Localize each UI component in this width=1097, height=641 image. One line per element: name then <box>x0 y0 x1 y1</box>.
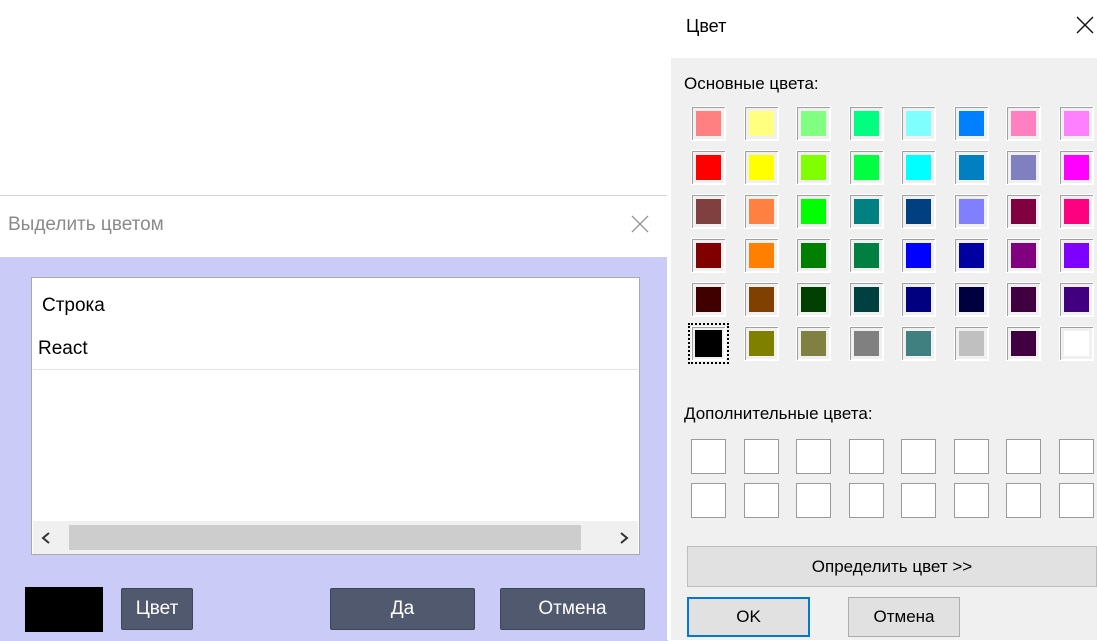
color-button[interactable]: Цвет <box>121 588 193 630</box>
custom-color-swatch[interactable] <box>691 483 726 518</box>
color-swatch[interactable] <box>848 282 884 317</box>
color-swatch[interactable] <box>1006 106 1041 141</box>
custom-color-swatch[interactable] <box>953 483 989 518</box>
custom-color-swatch[interactable] <box>743 439 779 474</box>
color-swatch[interactable] <box>1058 106 1094 141</box>
color-dialog: Цвет Основные цвета: Дополнительные цвет… <box>667 0 1097 640</box>
selected-color-preview <box>25 587 103 632</box>
color-swatch[interactable] <box>743 194 779 229</box>
basic-colors-label: Основные цвета: <box>684 74 819 93</box>
custom-color-swatch[interactable] <box>901 483 936 518</box>
color-swatch[interactable] <box>1058 194 1094 229</box>
custom-color-swatch[interactable] <box>1006 483 1041 518</box>
chevron-left-icon[interactable] <box>39 530 53 546</box>
color-swatch[interactable] <box>691 150 726 185</box>
list-item-label: React <box>38 338 88 359</box>
custom-color-swatch[interactable] <box>796 439 831 474</box>
highlight-dialog-title: Выделить цветом <box>8 214 164 235</box>
color-swatch[interactable] <box>691 106 726 141</box>
color-dialog-titlebar: Цвет <box>667 0 1097 58</box>
text-list[interactable]: Строка React <box>31 277 640 555</box>
color-swatch[interactable] <box>691 238 726 273</box>
define-color-button[interactable]: Определить цвет >> <box>687 546 1097 587</box>
color-swatch[interactable] <box>953 238 989 273</box>
color-dialog-body: Основные цвета: Дополнительные цвета: Оп… <box>671 58 1097 640</box>
color-swatch[interactable] <box>1006 238 1041 273</box>
color-swatch[interactable] <box>901 326 936 361</box>
color-swatch[interactable] <box>743 238 779 273</box>
cancel-button[interactable]: Отмена <box>500 588 645 630</box>
color-swatch[interactable] <box>901 106 936 141</box>
color-swatch[interactable] <box>1058 282 1094 317</box>
color-swatch[interactable] <box>796 106 831 141</box>
scrollbar-thumb[interactable] <box>69 525 581 550</box>
custom-color-swatch[interactable] <box>743 483 779 518</box>
color-swatch[interactable] <box>1058 238 1094 273</box>
highlight-dialog: Выделить цветом Строка React Цвет Да Отм… <box>0 195 668 641</box>
color-swatch[interactable] <box>796 238 831 273</box>
color-swatch[interactable] <box>848 238 884 273</box>
list-item-label: Строка <box>42 295 105 316</box>
color-swatch[interactable] <box>743 326 779 361</box>
color-swatch[interactable] <box>1006 282 1041 317</box>
color-swatch[interactable] <box>688 323 729 364</box>
color-swatch[interactable] <box>1006 194 1041 229</box>
color-swatch[interactable] <box>901 238 936 273</box>
custom-color-swatch[interactable] <box>848 439 884 474</box>
custom-color-swatch[interactable] <box>901 439 936 474</box>
highlight-dialog-titlebar: Выделить цветом <box>0 196 668 257</box>
color-swatch[interactable] <box>953 282 989 317</box>
custom-color-swatch[interactable] <box>1058 439 1094 474</box>
ok-button[interactable]: OK <box>687 597 810 637</box>
color-swatch[interactable] <box>953 106 989 141</box>
chevron-right-icon[interactable] <box>617 530 631 546</box>
custom-color-swatch[interactable] <box>953 439 989 474</box>
color-swatch[interactable] <box>953 194 989 229</box>
highlight-dialog-body: Строка React Цвет Да Отмена <box>0 257 668 641</box>
close-icon[interactable] <box>1072 12 1097 38</box>
color-dialog-title: Цвет <box>686 16 727 36</box>
color-swatch[interactable] <box>796 326 831 361</box>
close-icon[interactable] <box>626 210 654 238</box>
color-swatch[interactable] <box>1006 326 1041 361</box>
color-swatch[interactable] <box>848 150 884 185</box>
color-swatch[interactable] <box>796 194 831 229</box>
color-swatch[interactable] <box>743 282 779 317</box>
color-swatch[interactable] <box>796 282 831 317</box>
color-swatch[interactable] <box>953 150 989 185</box>
color-swatch[interactable] <box>1058 150 1094 185</box>
color-swatch[interactable] <box>691 282 726 317</box>
color-swatch[interactable] <box>796 150 831 185</box>
color-swatch[interactable] <box>1006 150 1041 185</box>
custom-color-swatch[interactable] <box>1058 483 1094 518</box>
color-swatch[interactable] <box>953 326 989 361</box>
color-swatch[interactable] <box>743 150 779 185</box>
color-swatch[interactable] <box>691 194 726 229</box>
cancel-button[interactable]: Отмена <box>848 597 960 637</box>
custom-color-swatch[interactable] <box>691 439 726 474</box>
color-swatch[interactable] <box>901 194 936 229</box>
list-item[interactable]: React <box>33 329 638 370</box>
color-swatch[interactable] <box>848 326 884 361</box>
custom-color-swatch[interactable] <box>1006 439 1041 474</box>
color-swatch[interactable] <box>901 150 936 185</box>
color-swatch[interactable] <box>1058 326 1094 361</box>
custom-color-swatch[interactable] <box>848 483 884 518</box>
ok-button[interactable]: Да <box>330 588 475 630</box>
horizontal-scrollbar[interactable] <box>33 521 638 554</box>
list-item[interactable]: Строка <box>33 286 638 326</box>
color-swatch[interactable] <box>743 106 779 141</box>
custom-color-swatch[interactable] <box>796 483 831 518</box>
custom-colors-label: Дополнительные цвета: <box>684 404 873 423</box>
color-swatch[interactable] <box>848 106 884 141</box>
color-swatch[interactable] <box>901 282 936 317</box>
color-swatch[interactable] <box>848 194 884 229</box>
